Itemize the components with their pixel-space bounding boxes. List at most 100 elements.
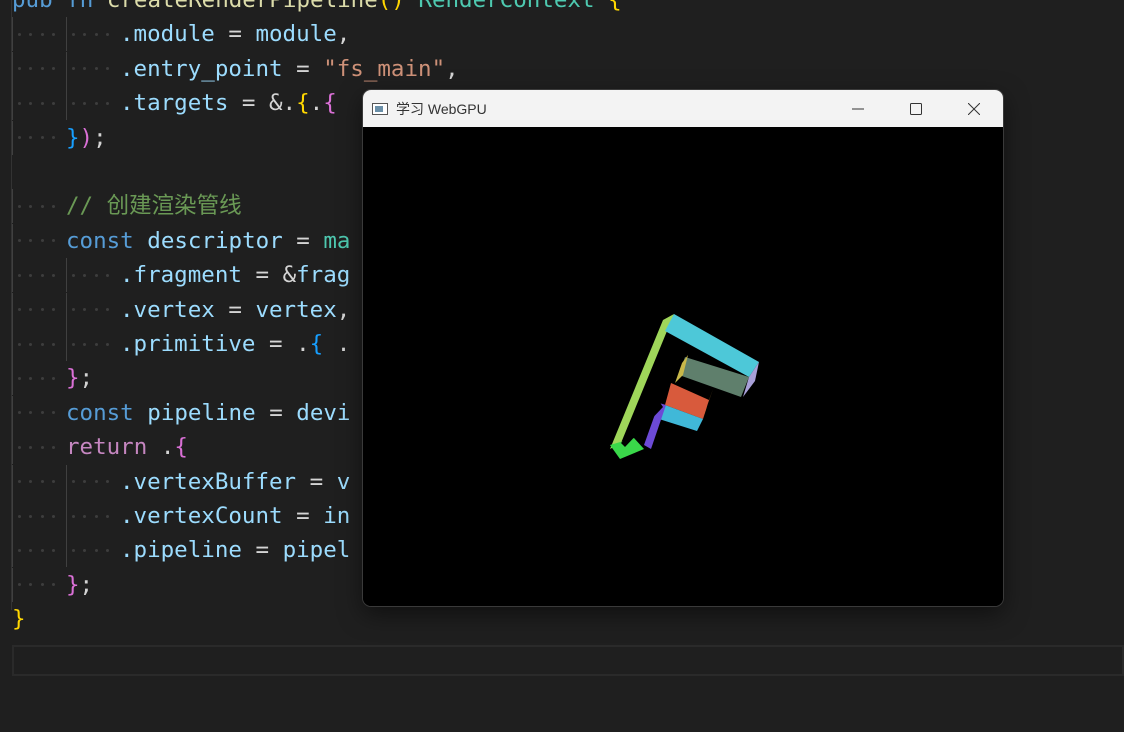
- whitespace-dots: [18, 86, 64, 120]
- whitespace-dots: [18, 224, 64, 258]
- code-token: .pipeline: [120, 537, 242, 564]
- code-token: .primitive: [120, 331, 256, 357]
- code-token: .targets: [120, 90, 229, 117]
- indent-guide: [12, 292, 13, 327]
- code-token: &.: [269, 90, 297, 117]
- indent-guide: [12, 86, 13, 121]
- indent-guide: [12, 395, 13, 430]
- whitespace-dots: [72, 17, 118, 51]
- code-line[interactable]: }: [12, 602, 1112, 636]
- code-token: }: [66, 571, 80, 598]
- indent-guide: [12, 51, 13, 86]
- code-text: });: [66, 121, 107, 155]
- indent-guide: [12, 189, 13, 224]
- whitespace-dots: [18, 465, 64, 499]
- indent-guide: [12, 327, 13, 361]
- code-token: .vertexCount: [120, 503, 283, 529]
- indent-guide: [66, 51, 67, 86]
- whitespace-dots: [18, 533, 64, 567]
- whitespace-dots: [18, 258, 64, 292]
- code-token: vertex: [255, 296, 337, 323]
- code-token: .fragment: [120, 262, 242, 289]
- code-text: .entry_point = "fs_main",: [120, 52, 459, 86]
- code-text: };: [66, 568, 93, 602]
- minimize-button[interactable]: [829, 90, 887, 127]
- code-token: =: [255, 399, 297, 426]
- code-token: }: [66, 124, 80, 151]
- code-text: return .{: [66, 430, 188, 464]
- webgpu-window[interactable]: 学习 WebGPU: [363, 90, 1003, 606]
- minimize-icon: [852, 108, 864, 109]
- code-token: .: [160, 434, 175, 461]
- code-token: RenderContext: [418, 0, 609, 13]
- indent-guide: [12, 499, 13, 533]
- whitespace-dots: [72, 293, 118, 327]
- code-token: createRenderPipeline: [106, 0, 378, 13]
- whitespace-dots: [18, 396, 64, 430]
- code-token: =: [282, 55, 324, 82]
- code-token: pipel: [282, 537, 351, 564]
- code-token: =: [282, 227, 324, 254]
- whitespace-dots: [18, 189, 64, 223]
- code-token: }: [12, 606, 26, 633]
- code-token: return: [66, 434, 161, 461]
- indent-guide: [12, 361, 13, 396]
- code-token: =: [241, 537, 283, 564]
- whitespace-dots: [72, 52, 118, 86]
- code-token: {: [323, 90, 337, 117]
- code-token: {: [309, 331, 324, 357]
- indent-guide: [12, 120, 13, 155]
- whitespace-dots: [18, 17, 64, 51]
- maximize-button[interactable]: [887, 90, 945, 127]
- code-text: .module = module,: [120, 17, 350, 51]
- render-canvas[interactable]: [363, 127, 1003, 606]
- code-token: =: [255, 331, 297, 357]
- code-token: ,: [336, 21, 351, 48]
- code-line[interactable]: .entry_point = "fs_main",: [12, 51, 1112, 86]
- indent-guide: [66, 17, 67, 52]
- indent-guide: [66, 533, 67, 568]
- close-icon: [968, 102, 980, 115]
- code-token: .entry_point: [120, 55, 283, 82]
- close-button[interactable]: [945, 90, 1003, 127]
- code-token: ma: [323, 227, 351, 254]
- whitespace-dots: [18, 361, 64, 395]
- indent-guide: [66, 292, 67, 327]
- code-token: =: [214, 296, 256, 323]
- whitespace-dots: [18, 121, 64, 155]
- whitespace-dots: [18, 430, 64, 464]
- code-token: descriptor: [147, 227, 283, 254]
- indent-guide: [12, 533, 13, 568]
- code-line[interactable]: .module = module,: [12, 17, 1112, 52]
- code-token: {: [174, 434, 188, 461]
- code-text: .pipeline = pipel: [120, 533, 350, 567]
- code-token: pipeline: [147, 399, 256, 426]
- indent-guide: [12, 430, 13, 465]
- code-token: in: [323, 503, 351, 529]
- code-token: =: [214, 21, 256, 48]
- code-token: .vertexBuffer: [120, 468, 297, 495]
- code-token: (): [377, 0, 419, 13]
- code-token: .vertex: [120, 296, 215, 323]
- current-line-highlight: [12, 645, 1124, 676]
- code-text: const pipeline = devi: [66, 396, 350, 430]
- code-token: {: [608, 0, 622, 13]
- code-token: const: [66, 227, 148, 254]
- code-text: .vertex = vertex,: [120, 293, 350, 327]
- code-token: devi: [296, 399, 351, 426]
- code-token: ;: [79, 365, 94, 392]
- whitespace-dots: [18, 499, 64, 533]
- code-token: =: [296, 468, 337, 495]
- code-token: &: [282, 262, 297, 289]
- code-token: // 创建渲染管线: [66, 193, 242, 220]
- maximize-icon: [910, 102, 922, 115]
- code-token: fn: [66, 0, 107, 13]
- code-text: };: [66, 361, 93, 395]
- code-line[interactable]: pub fn createRenderPipeline() RenderCont…: [12, 0, 1112, 17]
- indent-guide: [12, 567, 13, 602]
- code-token: ,: [445, 55, 459, 82]
- code-token: v: [336, 468, 351, 495]
- code-token: .: [309, 90, 324, 117]
- window-title: 学习 WebGPU: [396, 100, 487, 117]
- window-titlebar[interactable]: 学习 WebGPU: [363, 90, 1003, 127]
